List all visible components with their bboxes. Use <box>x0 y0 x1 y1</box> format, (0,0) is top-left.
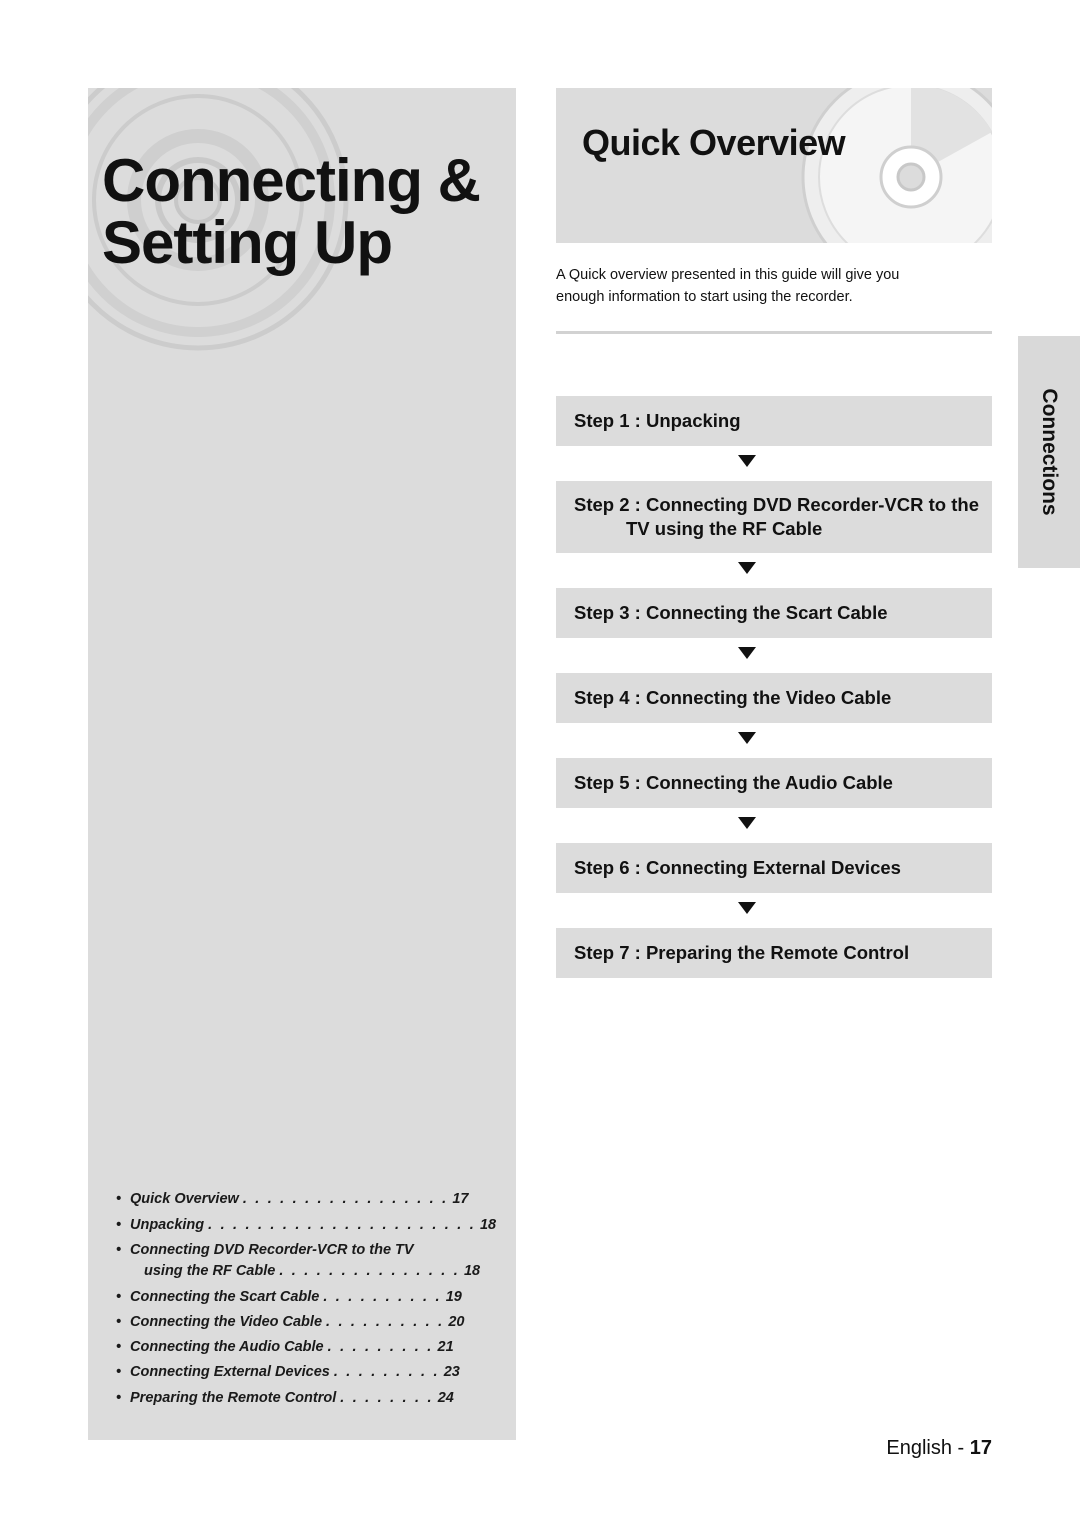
toc-item[interactable]: • Preparing the Remote Control. . . . . .… <box>116 1389 506 1408</box>
toc-dots: . . . . . . . . . . . . . . . . . <box>242 1191 449 1208</box>
footer-page-number: 17 <box>969 1437 992 1459</box>
step-label-1: Step 1 : Unpacking <box>574 409 741 431</box>
toc-dots: . . . . . . . . . <box>333 1364 440 1381</box>
footer-language: English - <box>886 1437 965 1459</box>
toc-item[interactable]: • Connecting External Devices. . . . . . … <box>116 1363 506 1382</box>
step-label-7: Step 7 : Preparing the Remote Control <box>574 941 910 963</box>
toc-bullet-icon: • <box>116 1389 122 1406</box>
toc-dots: . . . . . . . . . . . . . . . . . . . . … <box>208 1216 476 1233</box>
chapter-title-line1: Connecting & <box>102 147 481 214</box>
down-arrow-icon <box>556 723 992 758</box>
toc-page-number: 17 <box>452 1191 469 1208</box>
toc-bullet-icon: • <box>116 1242 122 1259</box>
step-box-2[interactable]: Step 2 : Connecting DVD Recorder-VCR to … <box>556 480 992 553</box>
toc-bullet-icon: • <box>116 1216 122 1233</box>
toc-dots: . . . . . . . . . . . . . . . <box>279 1263 460 1280</box>
quick-overview-banner: Quick Overview <box>556 88 992 243</box>
intro-paragraph: A Quick overview presented in this guide… <box>556 265 976 309</box>
intro-line2: enough information to start using the re… <box>556 288 853 305</box>
toc-item[interactable]: • Unpacking. . . . . . . . . . . . . . . … <box>116 1216 506 1235</box>
toc-item[interactable]: • Quick Overview. . . . . . . . . . . . .… <box>116 1190 506 1209</box>
table-of-contents: • Quick Overview. . . . . . . . . . . . .… <box>116 1190 506 1414</box>
toc-item-label: Unpacking <box>130 1216 205 1233</box>
page-footer: English - 17 <box>556 1437 992 1460</box>
chapter-side-tab: Connections <box>1018 336 1080 568</box>
step-label-5: Step 5 : Connecting the Audio Cable <box>574 771 893 793</box>
chapter-title-line2: Setting Up <box>102 208 393 276</box>
step-box-7[interactable]: Step 7 : Preparing the Remote Control <box>556 927 992 978</box>
section-divider <box>556 330 992 334</box>
toc-item-label: Quick Overview <box>130 1191 239 1208</box>
toc-bullet-icon: • <box>116 1364 122 1381</box>
toc-item[interactable]: • Connecting the Video Cable. . . . . . .… <box>116 1313 506 1332</box>
toc-dots: . . . . . . . . . <box>327 1339 434 1356</box>
toc-bullet-icon: • <box>116 1288 122 1305</box>
step-box-1[interactable]: Step 1 : Unpacking <box>556 395 992 446</box>
chapter-title: Connecting & Setting Up <box>102 150 516 274</box>
step-label-3: Step 3 : Connecting the Scart Cable <box>574 601 888 623</box>
page-title: Quick Overview <box>582 122 846 163</box>
toc-item-continuation[interactable]: using the RF Cable. . . . . . . . . . . … <box>116 1262 506 1281</box>
step-label-2-line1: Step 2 : Connecting DVD Recorder-VCR to … <box>574 493 979 515</box>
step-label-6: Step 6 : Connecting External Devices <box>574 856 901 878</box>
toc-item-label: Connecting External Devices <box>130 1364 330 1381</box>
main-content: Quick Overview A Quick overview presente… <box>556 88 992 978</box>
toc-item-label: Preparing the Remote Control <box>130 1389 337 1406</box>
down-arrow-icon <box>556 553 992 588</box>
step-box-5[interactable]: Step 5 : Connecting the Audio Cable <box>556 757 992 808</box>
toc-item-label: Connecting the Audio Cable <box>130 1339 324 1356</box>
toc-item[interactable]: • Connecting DVD Recorder-VCR to the TV <box>116 1241 506 1260</box>
intro-line1: A Quick overview presented in this guide… <box>556 267 900 283</box>
steps-flow: Step 1 : Unpacking Step 2 : Connecting D… <box>556 395 992 978</box>
toc-item-label: Connecting the Video Cable <box>130 1313 323 1330</box>
toc-bullet-icon: • <box>116 1313 122 1330</box>
toc-item-label: Connecting the Scart Cable <box>130 1288 320 1305</box>
toc-item-label: Connecting DVD Recorder-VCR to the TV <box>130 1242 414 1259</box>
disc-icon <box>796 88 992 243</box>
toc-page-number: 24 <box>437 1389 454 1406</box>
step-label-2-line2: TV using the RF Cable <box>626 517 823 539</box>
toc-page-number: 21 <box>437 1339 454 1356</box>
toc-page-number: 20 <box>448 1313 465 1330</box>
toc-item[interactable]: • Connecting the Audio Cable. . . . . . .… <box>116 1338 506 1357</box>
toc-page-number: 18 <box>479 1216 497 1233</box>
step-label-4: Step 4 : Connecting the Video Cable <box>574 686 892 708</box>
chapter-side-tab-label: Connections <box>1038 388 1061 516</box>
step-box-4[interactable]: Step 4 : Connecting the Video Cable <box>556 672 992 723</box>
toc-dots: . . . . . . . . . . <box>326 1313 445 1330</box>
toc-item[interactable]: • Connecting the Scart Cable. . . . . . .… <box>116 1288 506 1307</box>
toc-dots: . . . . . . . . . . <box>323 1288 442 1305</box>
chapter-hero-panel: Connecting & Setting Up • Quick Overview.… <box>88 88 516 1440</box>
toc-page-number: 18 <box>463 1263 481 1280</box>
toc-bullet-icon: • <box>116 1191 122 1208</box>
down-arrow-icon <box>556 638 992 673</box>
down-arrow-icon <box>556 893 992 928</box>
step-box-6[interactable]: Step 6 : Connecting External Devices <box>556 842 992 893</box>
toc-bullet-icon: • <box>116 1339 122 1356</box>
toc-page-number: 19 <box>445 1288 462 1305</box>
toc-item-label-line2: using the RF Cable <box>144 1263 276 1280</box>
toc-dots: . . . . . . . . <box>340 1389 434 1406</box>
down-arrow-icon <box>556 446 992 481</box>
toc-page-number: 23 <box>443 1364 460 1381</box>
down-arrow-icon <box>556 808 992 843</box>
step-box-3[interactable]: Step 3 : Connecting the Scart Cable <box>556 587 992 638</box>
